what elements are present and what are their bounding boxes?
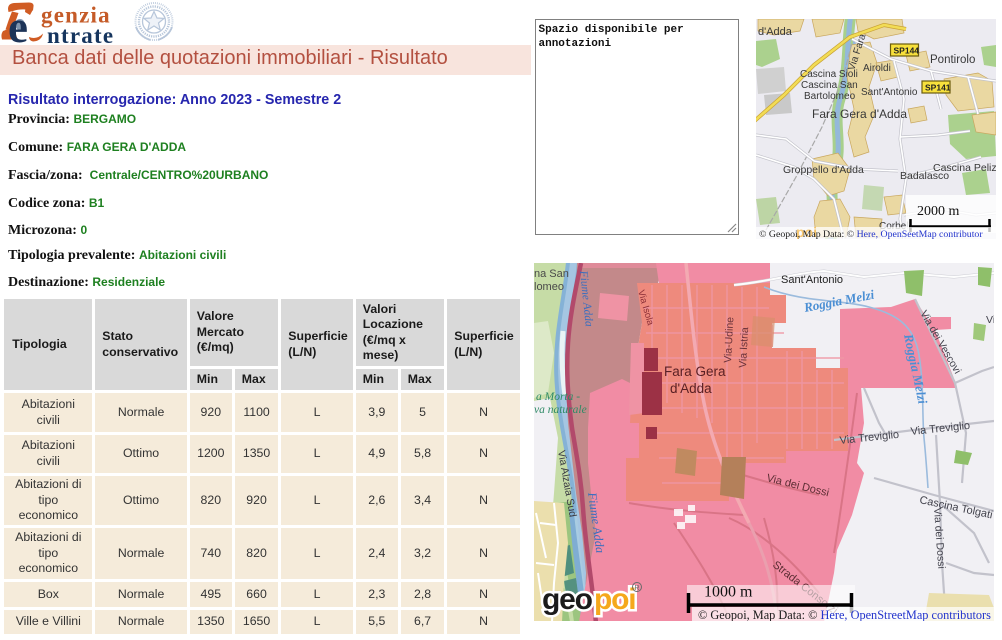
svg-text:Pontirolo: Pontirolo	[930, 54, 975, 66]
svg-text:SP144: SP144	[893, 45, 919, 55]
svg-text:na San: na San	[534, 268, 569, 280]
svg-text:2000 m: 2000 m	[917, 204, 960, 219]
svg-text:Via-Udine: Via-Udine	[722, 316, 736, 363]
svg-text:Via Istria: Via Istria	[737, 326, 751, 367]
svg-text:a Morta -: a Morta -	[536, 391, 580, 403]
svg-text:poi: poi	[594, 583, 635, 616]
svg-text:d'Adda: d'Adda	[670, 381, 712, 396]
svg-text:Fara Gera d'Adda: Fara Gera d'Adda	[812, 107, 907, 121]
svg-text:va naturale: va naturale	[534, 404, 587, 416]
svg-text:Sant'Antonio: Sant'Antonio	[781, 274, 843, 286]
svg-text:Cascina Peliza: Cascina Peliza	[933, 162, 996, 174]
svg-text:© Geopoi, Map Data: © Here, Op: © Geopoi, Map Data: © Here, OpenStreetMa…	[698, 608, 991, 621]
svg-text:Groppello d'Adda: Groppello d'Adda	[783, 164, 864, 176]
svg-text:© Geopoi, Map Data: © Here, Op: © Geopoi, Map Data: © Here, OpenSeetMap …	[759, 229, 983, 239]
svg-text:lomeo: lomeo	[534, 281, 564, 293]
svg-text:Via: Via	[986, 314, 994, 326]
svg-text:geo: geo	[542, 583, 593, 616]
svg-text:Fara Gera: Fara Gera	[664, 364, 726, 379]
svg-text:Cascina Sioli: Cascina Sioli	[800, 69, 858, 80]
svg-text:1000 m: 1000 m	[704, 583, 753, 600]
svg-text:Airoldi: Airoldi	[863, 63, 891, 74]
svg-text:Bartolomeo: Bartolomeo	[804, 91, 856, 102]
svg-text:SP141: SP141	[925, 82, 951, 92]
svg-text:Sant'Antonio: Sant'Antonio	[861, 87, 918, 98]
svg-text:Cascina San: Cascina San	[801, 80, 858, 91]
svg-text:d'Adda: d'Adda	[758, 26, 793, 38]
